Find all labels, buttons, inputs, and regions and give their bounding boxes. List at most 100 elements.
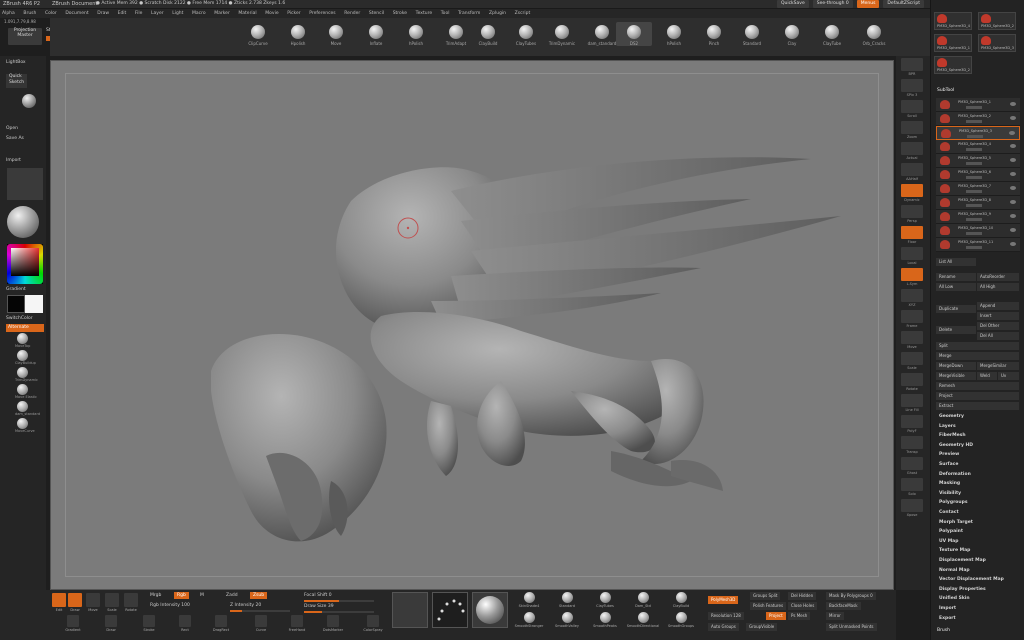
alpha-slot[interactable] xyxy=(392,592,428,628)
delete-button[interactable]: Delete xyxy=(936,326,976,334)
right-tool-8[interactable]: Floor xyxy=(901,226,923,244)
tool-menu-item[interactable]: Morph Target xyxy=(939,520,973,525)
menu-brush[interactable]: Brush xyxy=(23,9,36,18)
zadd-toggle[interactable]: Zadd xyxy=(226,593,238,598)
shelf-brush-13[interactable]: Standard xyxy=(734,22,770,46)
all-low-button[interactable]: All Low xyxy=(936,283,976,291)
shelf-brush-8[interactable]: TrimDynamic xyxy=(544,22,580,46)
shelf-brush-6[interactable]: ClayBuild xyxy=(470,22,506,46)
bottom-brush-2[interactable]: ClayTubes xyxy=(588,592,622,608)
tool-thumbnail-4[interactable]: PM3D_Sphere3D_2 xyxy=(934,56,972,74)
alternate-button[interactable]: Alternate xyxy=(6,324,44,332)
bottom-tool-1[interactable]: Draw xyxy=(96,615,126,632)
scale-mode-button[interactable]: Scale xyxy=(105,593,119,612)
merge-button[interactable]: Merge xyxy=(936,352,1019,360)
project-toggle[interactable]: Project xyxy=(766,612,786,620)
insert-button[interactable]: Insert xyxy=(977,312,1019,320)
right-tool-6[interactable]: Dynamic xyxy=(901,184,923,202)
menus-button[interactable]: Menus xyxy=(856,0,880,8)
subtool-toggle[interactable] xyxy=(966,232,982,235)
menu-document[interactable]: Document xyxy=(65,9,88,18)
saturation-square[interactable] xyxy=(11,248,39,276)
subtool-item[interactable]: PM3D_Sphere3D_5 xyxy=(936,154,1020,168)
right-tool-2[interactable]: Scroll xyxy=(901,100,923,118)
menu-render[interactable]: Render xyxy=(344,9,360,18)
right-tool-5[interactable]: AAHalf xyxy=(901,163,923,181)
bottom-brush-3[interactable]: Dam_Std xyxy=(626,592,660,608)
quicksave-button[interactable]: QuickSave xyxy=(776,0,809,8)
shelf-brush-2[interactable]: Move xyxy=(318,22,354,46)
eye-icon[interactable] xyxy=(1010,144,1016,148)
menu-file[interactable]: File xyxy=(135,9,143,18)
tool-menu-item[interactable]: Polygroups xyxy=(939,500,968,505)
shelf-brush-10[interactable]: DS2 xyxy=(616,22,652,46)
bottom-tool-7[interactable]: DotsMarker xyxy=(318,615,348,632)
tool-menu-item[interactable]: Display Properties xyxy=(939,587,986,592)
menu-texture[interactable]: Texture xyxy=(416,9,432,18)
tool-menu-item[interactable]: Contact xyxy=(939,510,959,515)
lightbox-label[interactable]: LightBox xyxy=(6,60,26,65)
tool-thumbnail-3[interactable]: PM3D_Sphere3D_3 xyxy=(978,34,1016,52)
zsub-toggle[interactable]: Zsub xyxy=(250,592,268,599)
menu-tool[interactable]: Tool xyxy=(441,9,450,18)
left-brush-1[interactable]: ClayBuildup xyxy=(15,350,36,365)
menu-transform[interactable]: Transform xyxy=(458,9,480,18)
tool-menu-item[interactable]: Normal Map xyxy=(939,568,970,573)
bottom-smooth-brush-0[interactable]: SmoothStronger xyxy=(512,612,546,628)
projection-master-button[interactable]: Projection Master xyxy=(8,28,42,45)
right-tool-19[interactable]: Ghost xyxy=(901,457,923,475)
split-button[interactable]: Split xyxy=(936,342,1019,350)
subtool-header[interactable]: SubTool xyxy=(937,88,954,93)
subtool-item[interactable]: PM3D_Sphere3D_6 xyxy=(936,168,1020,182)
subtool-toggle[interactable] xyxy=(967,135,983,138)
resolution-slider[interactable]: Resolution 128 xyxy=(708,612,744,620)
eye-icon[interactable] xyxy=(1010,228,1016,232)
main-color-swatch[interactable] xyxy=(7,295,25,313)
subtool-item[interactable]: PM3D_Sphere3D_3 xyxy=(936,126,1020,140)
bottom-tool-6[interactable]: FreeHand xyxy=(282,615,312,632)
right-tool-4[interactable]: Actual xyxy=(901,142,923,160)
right-tool-21[interactable]: Xpose xyxy=(901,499,923,517)
default-zscript-button[interactable]: DefaultZScript xyxy=(883,0,924,8)
bottom-brush-1[interactable]: Standard xyxy=(550,592,584,608)
shelf-brush-16[interactable]: Orb_Cracks xyxy=(856,22,892,46)
shelf-brush-0[interactable]: ClipCurve xyxy=(240,22,276,46)
color-picker-icon[interactable] xyxy=(7,244,43,284)
subtool-toggle[interactable] xyxy=(966,246,982,249)
tool-menu-item[interactable]: Vector Displacement Map xyxy=(939,577,1004,582)
eye-icon[interactable] xyxy=(1009,131,1015,135)
bottom-smooth-brush-3[interactable]: SmoothDirectional xyxy=(626,612,660,628)
texture-slot[interactable] xyxy=(7,168,43,200)
tool-menu-item[interactable]: Geometry HD xyxy=(939,443,973,448)
subtool-toggle[interactable] xyxy=(966,162,982,165)
subtool-item[interactable]: PM3D_Sphere3D_4 xyxy=(936,140,1020,154)
menu-stroke[interactable]: Stroke xyxy=(393,9,407,18)
subtool-item[interactable]: PM3D_Sphere3D_2 xyxy=(936,112,1020,126)
bottom-tool-8[interactable]: ColorSpray xyxy=(358,615,388,632)
switch-color-button[interactable]: SwitchColor xyxy=(6,316,33,321)
all-high-button[interactable]: All High xyxy=(977,283,1019,291)
left-brush-2[interactable]: TrimDynamic xyxy=(15,367,38,382)
tool-menu-item[interactable]: Visibility xyxy=(939,491,961,496)
eye-icon[interactable] xyxy=(1010,186,1016,190)
shelf-brush-7[interactable]: ClayTubes xyxy=(508,22,544,46)
eye-icon[interactable] xyxy=(1010,214,1016,218)
polymesh3d-button[interactable]: PolyMesh3D xyxy=(708,596,739,604)
mrgb-toggle[interactable]: Mrgb xyxy=(150,593,161,598)
tool-menu-item[interactable]: Surface xyxy=(939,462,958,467)
subtool-item[interactable]: PM3D_Sphere3D_1 xyxy=(936,98,1020,112)
menu-alpha[interactable]: Alpha xyxy=(2,9,15,18)
menu-marker[interactable]: Marker xyxy=(214,9,230,18)
menu-layer[interactable]: Layer xyxy=(151,9,164,18)
group-visible-button[interactable]: GroupVisible xyxy=(746,623,778,631)
subtool-item[interactable]: PM3D_Sphere3D_10 xyxy=(936,224,1020,238)
right-tool-1[interactable]: SPix 3 xyxy=(901,79,923,97)
right-tool-12[interactable]: Frame xyxy=(901,310,923,328)
shelf-brush-14[interactable]: Clay xyxy=(774,22,810,46)
shelf-brush-3[interactable]: Inflate xyxy=(358,22,394,46)
left-brush-5[interactable]: MoveCurve xyxy=(15,418,35,433)
menu-light[interactable]: Light xyxy=(172,9,183,18)
sculpt-model[interactable] xyxy=(51,61,895,591)
bottom-brush-4[interactable]: ClayBuild xyxy=(664,592,698,608)
left-brush-4[interactable]: dam_standard xyxy=(15,401,40,416)
